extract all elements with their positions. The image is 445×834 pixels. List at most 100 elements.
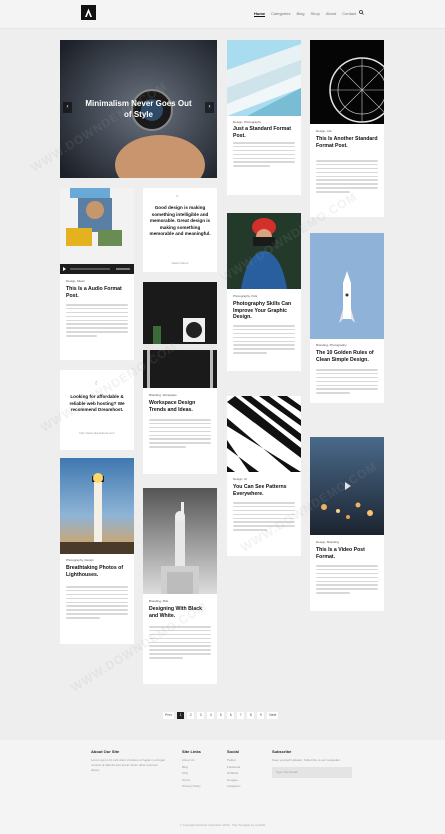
- post-title[interactable]: This Is Another Standard Format Post.: [316, 136, 378, 149]
- post-image: [310, 40, 384, 124]
- post-image: [143, 282, 217, 388]
- page-link-current[interactable]: 1: [177, 712, 185, 719]
- post-card[interactable]: Branding, Photography The 10 Golden Rule…: [310, 233, 384, 403]
- post-title[interactable]: Designing With Black and White.: [149, 606, 211, 619]
- post-meta[interactable]: Branding, Photography: [316, 343, 347, 347]
- post-title[interactable]: Workspace Design Trends and Ideas.: [149, 400, 211, 413]
- ad-link[interactable]: http://www.dreamhost.com: [65, 431, 129, 435]
- post-excerpt: [316, 565, 378, 596]
- page-link[interactable]: 2: [187, 712, 195, 719]
- page-link[interactable]: 7: [237, 712, 245, 719]
- audio-player[interactable]: [60, 264, 134, 274]
- volume-bar[interactable]: [116, 268, 130, 270]
- pagination-next[interactable]: Next: [267, 712, 279, 719]
- post-meta[interactable]: Photography, Kids: [233, 294, 257, 298]
- footer-about-heading: About Our Site: [91, 749, 120, 754]
- quote-card[interactable]: “ Good design is making something intell…: [143, 188, 217, 272]
- ad-card[interactable]: ♁ Looking for affordable & reliable web …: [60, 370, 134, 450]
- footer-social-link[interactable]: Instagram: [227, 784, 265, 788]
- post-image: [60, 458, 134, 554]
- nav-about[interactable]: About: [326, 11, 336, 17]
- post-meta[interactable]: Design, Music: [66, 279, 85, 283]
- post-meta[interactable]: Design, Life: [316, 129, 332, 133]
- post-excerpt: [233, 142, 295, 169]
- post-title[interactable]: This Is a Audio Format Post.: [66, 286, 128, 299]
- nav-shop[interactable]: Shop: [310, 11, 319, 17]
- page-link[interactable]: 5: [217, 712, 225, 719]
- nav-contact[interactable]: Contact: [342, 11, 356, 17]
- post-meta[interactable]: Design, UI: [233, 477, 247, 481]
- footer-link[interactable]: Blog: [182, 765, 220, 769]
- post-card[interactable]: Photography, Design Breathtaking Photos …: [60, 458, 134, 644]
- post-excerpt: [66, 304, 128, 339]
- post-card[interactable]: Branding, Mist Designing With Black and …: [143, 488, 217, 684]
- slider-prev-arrow[interactable]: ‹: [63, 102, 72, 113]
- footer-social-heading: Social: [227, 749, 239, 754]
- post-meta[interactable]: Branding, Mist: [149, 599, 168, 603]
- post-meta[interactable]: Design, Photography: [233, 120, 261, 124]
- post-image: [60, 188, 134, 274]
- footer-link[interactable]: FAQ: [182, 771, 220, 775]
- newsletter-email-input[interactable]: Type Your Email: [272, 767, 352, 778]
- post-title[interactable]: Breathtaking Photos of Lighthouses.: [66, 565, 128, 578]
- post-card[interactable]: Branding, Workplace Workspace Design Tre…: [143, 282, 217, 474]
- footer-social-link[interactable]: Twitter: [227, 758, 265, 762]
- page-link[interactable]: 3: [197, 712, 205, 719]
- footer-link[interactable]: Privacy Policy: [182, 784, 220, 788]
- slider-next-arrow[interactable]: ›: [205, 102, 214, 113]
- nav-home[interactable]: Home: [254, 11, 266, 17]
- post-excerpt: [233, 325, 295, 356]
- post-card[interactable]: Design, Life This Is Another Standard Fo…: [310, 40, 384, 217]
- page-link[interactable]: 8: [247, 712, 255, 719]
- site-header: Home Categories Blog Shop About Contact: [0, 0, 445, 29]
- footer-social-link[interactable]: Dribbble: [227, 771, 265, 775]
- nav-blog[interactable]: Blog: [296, 11, 304, 17]
- site-logo[interactable]: [81, 5, 96, 20]
- featured-slider[interactable]: Minimalism Never Goes Out of Style ‹ ›: [60, 40, 217, 178]
- footer-subscribe: Subscribe Keep yourself updated. Subscri…: [272, 749, 354, 778]
- post-excerpt: [149, 419, 211, 450]
- footer-subscribe-heading: Subscribe: [272, 749, 292, 754]
- post-excerpt: [233, 502, 295, 533]
- post-card[interactable]: Design, Photography Just a Standard Form…: [227, 40, 301, 195]
- page-link[interactable]: 6: [227, 712, 235, 719]
- page-link[interactable]: 4: [207, 712, 215, 719]
- post-title[interactable]: Just a Standard Format Post.: [233, 126, 295, 139]
- post-card[interactable]: Photography, Kids Photography Skills Can…: [227, 213, 301, 371]
- post-card[interactable]: Design, Branding This Is a Video Post Fo…: [310, 437, 384, 611]
- post-title[interactable]: This Is a Video Post Format.: [316, 547, 378, 560]
- ad-icon: ♁: [93, 378, 99, 387]
- post-card[interactable]: Design, UI You Can See Patterns Everywhe…: [227, 396, 301, 556]
- post-title[interactable]: Photography Skills Can Improve Your Grap…: [233, 301, 295, 321]
- main-nav: Home Categories Blog Shop About Contact: [254, 11, 356, 17]
- post-image: [310, 233, 384, 339]
- footer-link[interactable]: About Us: [182, 758, 220, 762]
- site-footer: About Our Site Lorem ipsum Ut velit dolo…: [0, 740, 445, 834]
- post-meta[interactable]: Design, Branding: [316, 540, 339, 544]
- post-meta[interactable]: Photography, Design: [66, 558, 94, 562]
- footer-social-link[interactable]: Facebook: [227, 765, 265, 769]
- audio-progress-bar[interactable]: [70, 268, 110, 270]
- play-icon[interactable]: [63, 267, 66, 271]
- footer-site-links-heading: Site Links: [182, 749, 201, 754]
- page-link[interactable]: 9: [257, 712, 265, 719]
- quote-text: Good design is making something intellig…: [149, 205, 211, 237]
- post-excerpt: [149, 626, 211, 661]
- footer-site-links: Site Links About Us Blog FAQ Terms Priva…: [182, 749, 220, 791]
- nav-categories[interactable]: Categories: [271, 11, 290, 17]
- pagination-prev[interactable]: Prev: [163, 712, 175, 719]
- quote-icon: “: [176, 194, 179, 203]
- footer-about: About Our Site Lorem ipsum Ut velit dolo…: [91, 749, 167, 776]
- play-icon[interactable]: [345, 482, 351, 490]
- ad-text[interactable]: Looking for affordable & reliable web ho…: [65, 394, 129, 414]
- post-meta[interactable]: Branding, Workplace: [149, 393, 177, 397]
- quote-source: Dieter Rams: [171, 261, 189, 265]
- footer-link[interactable]: Terms: [182, 778, 220, 782]
- footer-social-link[interactable]: Google+: [227, 778, 265, 782]
- slider-title[interactable]: Minimalism Never Goes Out of Style: [82, 98, 195, 120]
- post-title[interactable]: You Can See Patterns Everywhere.: [233, 484, 295, 497]
- search-icon[interactable]: [359, 10, 364, 15]
- post-card[interactable]: Design, Music This Is a Audio Format Pos…: [60, 188, 134, 360]
- post-title[interactable]: The 10 Golden Rules of Clean Simple Desi…: [316, 350, 378, 363]
- post-excerpt: [316, 369, 378, 396]
